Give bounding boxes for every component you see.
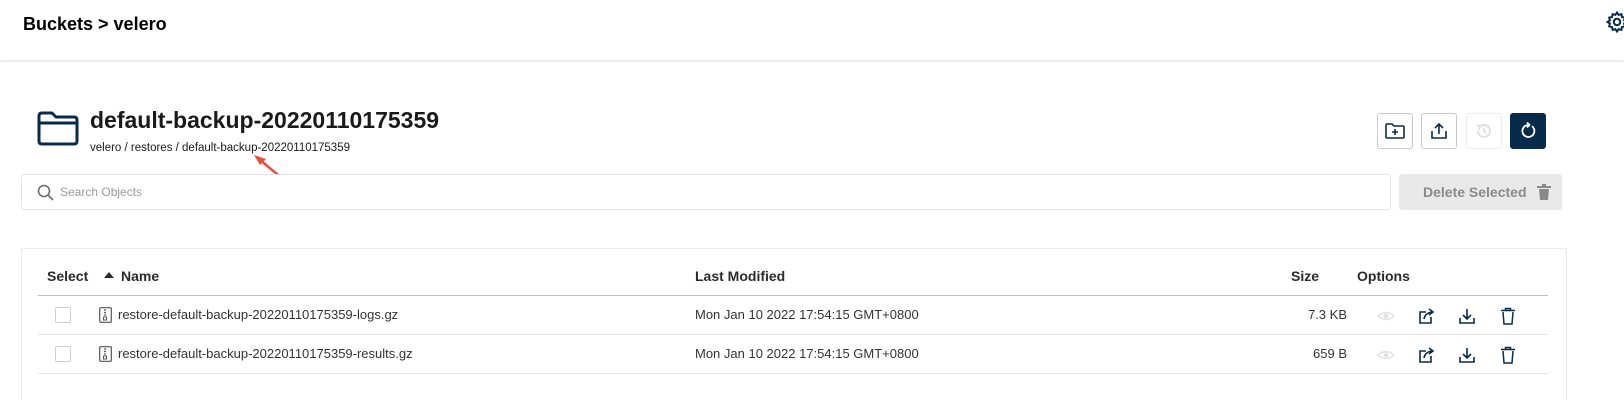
create-folder-button[interactable] xyxy=(1377,113,1413,149)
breadcrumb[interactable]: Buckets > velero xyxy=(23,14,167,35)
column-header-options: Options xyxy=(1357,268,1410,284)
file-archive-icon xyxy=(99,346,112,362)
file-size: 7.3 KB xyxy=(1307,307,1347,322)
share-icon[interactable] xyxy=(1418,307,1436,325)
row-checkbox[interactable] xyxy=(55,346,71,362)
column-header-select: Select xyxy=(47,268,89,284)
header-divider xyxy=(38,295,1548,296)
rewind-history-icon xyxy=(1476,124,1491,138)
sort-ascending-icon[interactable] xyxy=(104,272,114,279)
upload-button[interactable] xyxy=(1421,113,1457,149)
column-header-name[interactable]: Name xyxy=(121,268,159,284)
delete-icon[interactable] xyxy=(1499,307,1517,325)
row-divider xyxy=(38,334,1548,335)
delete-selected-label: Delete Selected xyxy=(1423,184,1527,200)
refresh-icon xyxy=(1521,122,1536,138)
last-modified: Mon Jan 10 2022 17:54:15 GMT+0800 xyxy=(695,346,919,361)
eye-icon[interactable] xyxy=(1377,346,1395,364)
download-icon[interactable] xyxy=(1458,307,1476,325)
top-bar: Buckets > velero xyxy=(0,0,1624,60)
last-modified: Mon Jan 10 2022 17:54:15 GMT+0800 xyxy=(695,307,919,322)
file-archive-icon xyxy=(99,307,112,323)
page-title: default-backup-20220110175359 xyxy=(90,107,440,133)
folder-plus-icon xyxy=(1385,123,1405,139)
upload-icon xyxy=(1431,122,1447,139)
eye-icon[interactable] xyxy=(1377,307,1395,325)
column-header-size[interactable]: Size xyxy=(1291,268,1319,284)
refresh-button[interactable] xyxy=(1510,113,1546,149)
row-divider xyxy=(38,373,1548,374)
share-icon[interactable] xyxy=(1418,346,1436,364)
delete-icon[interactable] xyxy=(1499,346,1517,364)
download-icon[interactable] xyxy=(1458,346,1476,364)
object-path: velero / restores / default-backup-20220… xyxy=(90,142,350,154)
column-header-last-modified[interactable]: Last Modified xyxy=(695,268,785,284)
row-checkbox[interactable] xyxy=(55,307,71,323)
search-input[interactable] xyxy=(60,175,1360,209)
delete-selected-button[interactable]: Delete Selected xyxy=(1399,174,1562,210)
search-box xyxy=(21,174,1391,210)
gear-icon[interactable] xyxy=(1605,10,1624,34)
trash-icon xyxy=(1536,184,1551,200)
objects-table xyxy=(21,248,1567,400)
rewind-button[interactable] xyxy=(1466,113,1502,149)
file-size: 659 B xyxy=(1313,346,1347,361)
file-name[interactable]: restore-default-backup-20220110175359-lo… xyxy=(118,307,398,322)
folder-icon xyxy=(37,111,79,146)
file-name[interactable]: restore-default-backup-20220110175359-re… xyxy=(118,346,413,361)
search-icon xyxy=(37,184,54,201)
